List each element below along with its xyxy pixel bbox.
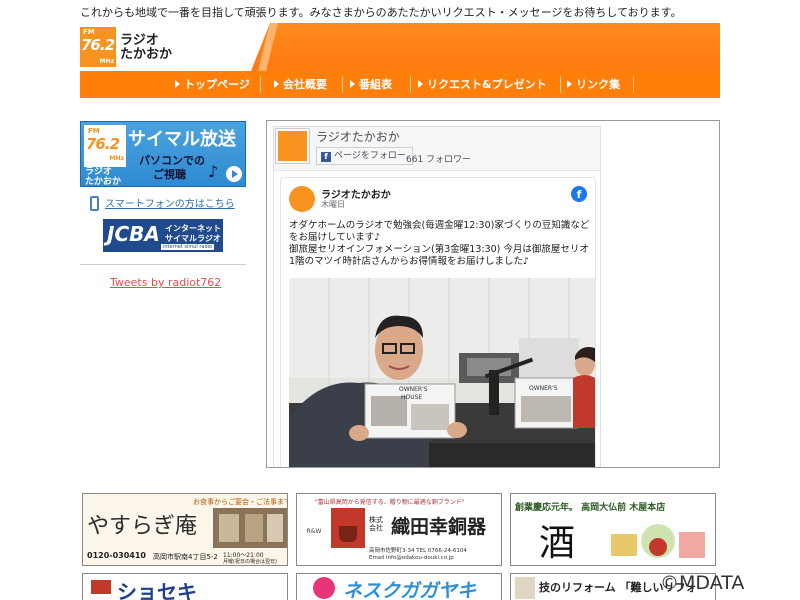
facebook-logo-icon[interactable]: f [571,186,587,202]
facebook-follow-label: ページをフォロー [334,151,406,161]
ad-yasuragi-photo [213,508,287,548]
smartphone-icon [90,196,99,211]
ad-oda-product-photo [331,508,365,548]
nav-links[interactable]: リンク集 [567,71,620,98]
ad-yasuragi-closed: 月曜(祝日の場合は翌日) [223,559,277,565]
smartphone-link[interactable]: スマートフォンの方はこちら [90,195,235,211]
ad-nesuku-badge [313,577,335,599]
simul-broadcast-banner[interactable]: FM 76.2 MHz ラジオ たかおか サイマル放送 パソコンでの ご視聴 ♪ [80,121,246,187]
post-author-avatar[interactable] [289,186,315,212]
ad-nesuku-gagayaki[interactable]: ネスクガガヤキ [296,573,502,600]
ad-oda-brand-text: R&W [306,528,322,535]
sidebar-divider [80,264,246,265]
ad-yasuragi-top: お食事からご宴会・ご法事まで [193,498,288,506]
logo-name-line2: たかおか [120,47,173,62]
simul-logo-fm: FM [88,127,100,135]
ad-kiya-top: 創業慶応元年。 高岡大仏前 木屋本店 [515,503,666,513]
simul-logo-mhz: MHz [109,155,124,162]
simul-station-line2: たかおか [85,177,122,187]
facebook-page-avatar[interactable] [275,128,310,164]
ad-kiya-sake-char: 酒 [539,523,576,564]
nav-separator [342,76,343,93]
post-text: オダケホームのラジオで勉強会(毎週金曜12:30)家づくりの豆知識などをお届けし… [289,220,590,267]
post-date[interactable]: 木曜日 [321,199,345,210]
ad-nesuku-name: ネスクガガヤキ [343,580,477,600]
ad-oda-top: "富山県高岡から発信する、贈り物に最適な銅ブランド" [315,499,465,506]
ad-shoseki-badge [91,580,111,594]
ad-oda-company: 織田幸銅器 [391,516,487,538]
ad-oda-addr: 高岡市佐野町3-34 TEL 0766-24-6104 [369,548,467,554]
nav-separator [410,76,411,93]
ad-yasuragi-an[interactable]: お食事からご宴会・ご法事まで やすらぎ庵 0120-030410 高岡市駅南4丁… [82,493,288,566]
nav-separator [560,76,561,93]
simul-sub-line1: パソコンでの [139,154,205,167]
facebook-embed-frame: ラジオたかおか f ページをフォロー 661 フォロワー ラジオたかおか 木曜日 … [266,120,720,468]
ad-kiya-illustration [601,516,711,562]
nav-request-present[interactable]: リクエスト&プレゼント [418,71,547,98]
ad-oda-brand: R&W [301,510,327,550]
ad-oda-koudouki[interactable]: "富山県高岡から発信する、贈り物に最適な銅ブランド" R&W 株式会社 織田幸銅… [296,493,502,566]
tweets-link[interactable]: Tweets by radiot762 [110,276,221,289]
smartphone-link-label: スマートフォンの方はこちら [105,199,235,210]
site-tagline: これからも地域で一番を目指して頑張ります。みなさまからのあたたかいリクエスト・メ… [80,6,682,19]
simul-subtitle: パソコンでの ご視聴 [139,154,205,182]
post-photo[interactable]: OWNER'S HOUSE OWNER'S [289,278,595,467]
logo-name-line1: ラジオ [120,33,159,48]
music-note-icon: ♪ [208,162,219,181]
logo-fm: FM [83,28,95,36]
photo-sign-owners-right: OWNER'S [529,385,558,392]
simul-logo: FM 76.2 MHz [84,125,126,167]
main-nav: トップページ 会社概要 番組表 リクエスト&プレゼント リンク集 [80,71,720,98]
facebook-page-name[interactable]: ラジオたかおか [316,128,400,145]
ad-shoseki-name: ショセキ [117,580,197,600]
facebook-post: ラジオたかおか 木曜日 f オダケホームのラジオで勉強会(毎週金曜12:30)家… [280,177,596,467]
jcba-line3: internet simul radio [161,244,215,250]
jcba-banner[interactable]: JCBA インターネット サイマルラジオ internet simul radi… [103,219,223,252]
photo-sign-house: HOUSE [401,394,422,401]
facebook-follow-button[interactable]: f ページをフォロー [316,147,413,165]
ad-yasuragi-addr: 高岡市駅南4丁目5-2 [153,553,218,561]
facebook-page-plugin: ラジオたかおか f ページをフォロー 661 フォロワー ラジオたかおか 木曜日 … [273,126,601,467]
nav-top-page[interactable]: トップページ [175,71,250,98]
jcba-logo: JCBA [107,222,160,246]
logo-mhz: MHz [99,58,114,65]
nav-company[interactable]: 会社概要 [274,71,327,98]
nav-separator [260,76,261,93]
ad-yasuragi-tel: 0120-030410 [87,551,146,560]
copyright-watermark: ©MDATA [660,572,745,594]
logo-station-name[interactable]: ラジオ たかおか [120,34,172,62]
nav-schedule[interactable]: 番組表 [350,71,392,98]
ad-reform-figure [515,577,535,599]
play-icon [226,166,242,182]
photo-sign-owners: OWNER'S [399,386,428,393]
simul-station-line1: ラジオ [85,167,112,177]
ad-yasuragi-name: やすらぎ庵 [87,514,198,539]
facebook-page-header: ラジオたかおか f ページをフォロー 661 フォロワー [274,127,600,171]
facebook-follower-count: 661 フォロワー [406,155,472,165]
simul-sub-line2: ご視聴 [153,168,186,181]
simul-station-name: ラジオ たかおか [85,167,122,187]
studio-photo-illustration: OWNER'S HOUSE OWNER'S [289,278,595,467]
simul-title: サイマル放送 [128,129,236,150]
facebook-avatar-logo [278,131,307,161]
site-logo[interactable]: FM 76.2 MHz [80,27,116,67]
site-header: FM 76.2 MHz ラジオ たかおか [80,23,720,71]
ad-oda-prefix: 株式会社 [369,516,383,532]
jcba-line2: サイマルラジオ [165,234,221,243]
ad-shoseki[interactable]: ショセキ [82,573,288,600]
ad-oda-email: Email info@odakou-douki.co.jp [369,555,454,561]
nav-separator [633,76,634,93]
ad-kiya-honten[interactable]: 創業慶応元年。 高岡大仏前 木屋本店 酒 [510,493,716,566]
simul-logo-frequency: 76.2 [86,135,120,153]
facebook-f-icon: f [321,152,331,162]
logo-frequency: 76.2 [81,36,115,54]
